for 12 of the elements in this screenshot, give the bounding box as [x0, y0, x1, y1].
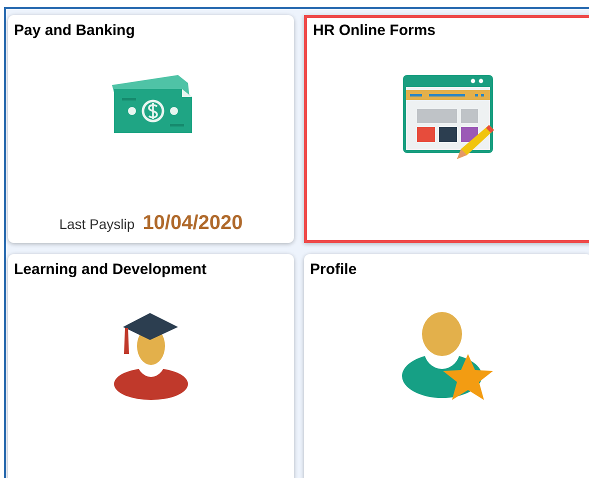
tile-title: HR Online Forms — [313, 22, 437, 39]
payslip-date: 10/04/2020 — [142, 212, 243, 235]
payslip-label: Last Payslip — [59, 216, 135, 232]
tile[interactable]: Learning and Development — [8, 254, 294, 478]
tile-title: Profile — [310, 261, 358, 278]
tile-title: Pay and Banking — [14, 22, 136, 39]
graduate-icon — [113, 312, 189, 400]
tile[interactable]: Profile — [304, 254, 589, 478]
form-window-icon — [401, 73, 495, 161]
tile[interactable]: Pay and Banking Last Payslip 10/04/2020 — [8, 15, 294, 243]
tile[interactable]: HR Online Forms — [304, 15, 589, 243]
tile-title: Learning and Development — [14, 261, 208, 278]
